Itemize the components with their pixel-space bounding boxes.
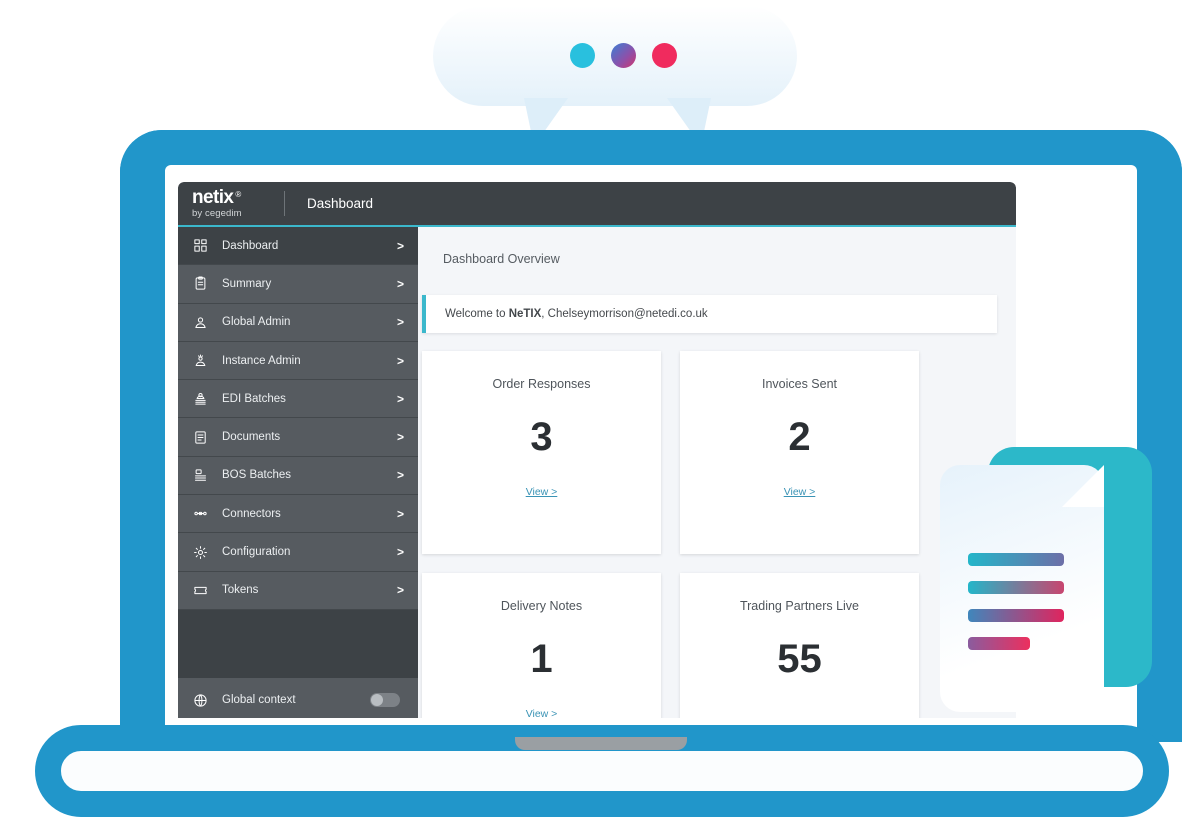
stat-card-value: 55	[777, 637, 822, 681]
dot-gradient-icon	[611, 43, 636, 68]
welcome-banner: Welcome to NeTIX, Chelseymorrison@netedi…	[422, 295, 997, 333]
stat-card-value: 2	[788, 415, 811, 459]
user-lines-icon	[182, 391, 218, 406]
chevron-right-icon: >	[396, 506, 404, 521]
dot-cyan-icon	[570, 43, 595, 68]
user-icon	[182, 315, 218, 330]
user-gear-icon	[182, 353, 218, 368]
laptop-trackpad-notch	[515, 737, 687, 750]
app-header: netix ® by cegedim Dashboard	[178, 182, 1016, 225]
sidebar-item-configuration[interactable]: Configuration >	[178, 533, 418, 572]
page-heading: Dashboard Overview	[443, 252, 560, 266]
stat-card-title: Delivery Notes	[500, 599, 583, 613]
document-line-4	[968, 637, 1030, 650]
grid-icon	[182, 238, 218, 253]
global-context-toggle[interactable]	[370, 693, 400, 707]
chevron-right-icon: >	[396, 545, 404, 560]
document-line-1	[968, 553, 1064, 566]
app-screen: netix ® by cegedim Dashboard Dashboard > Su…	[178, 182, 1016, 718]
stat-card-value: 3	[530, 415, 553, 459]
chevron-right-icon: >	[396, 468, 404, 483]
brand-logo[interactable]: netix ® by cegedim	[192, 188, 276, 219]
sidebar-item-connectors[interactable]: Connectors >	[178, 495, 418, 534]
main-content: Dashboard Overview Welcome to NeTIX, Che…	[418, 227, 1016, 718]
dot-pink-icon	[652, 43, 677, 68]
chevron-right-icon: >	[396, 238, 404, 253]
sidebar-item-instance-admin[interactable]: Instance Admin >	[178, 342, 418, 381]
chevron-right-icon: >	[396, 583, 404, 598]
sidebar-item-label: Dashboard	[222, 239, 279, 252]
sidebar-item-label: BOS Batches	[222, 469, 292, 482]
stat-card: Delivery Notes 1 View >	[422, 573, 661, 718]
brand-name: netix	[192, 187, 234, 209]
stat-card-view-link[interactable]: View >	[526, 708, 558, 718]
chevron-right-icon: >	[396, 391, 404, 406]
sidebar-filler	[178, 609, 418, 678]
batch-lines-icon	[182, 468, 218, 483]
global-context-label: Global context	[222, 694, 296, 706]
ticket-icon	[182, 583, 218, 598]
stat-card-grid: Order Responses 3 View > Invoices Sent 2 View…	[422, 351, 1016, 718]
welcome-product: NeTIX	[508, 308, 542, 320]
sidebar-item-edi-batches[interactable]: EDI Batches >	[178, 380, 418, 419]
sidebar-nav: Dashboard > Summary > Global Admin > Instance …	[178, 227, 418, 718]
brand-tagline: by cegedim	[192, 208, 242, 220]
stat-card-view-link[interactable]: View >	[784, 486, 816, 498]
sidebar-item-documents[interactable]: Documents >	[178, 418, 418, 457]
sidebar-item-dashboard[interactable]: Dashboard >	[178, 227, 418, 266]
chevron-right-icon: >	[396, 430, 404, 445]
document-graphic	[940, 447, 1152, 712]
welcome-prefix: Welcome to	[445, 308, 509, 320]
global-context-row[interactable]: Global context	[178, 682, 418, 718]
stat-card: Order Responses 3 View >	[422, 351, 661, 554]
sidebar-item-label: Summary	[222, 277, 272, 290]
sidebar-item-label: Configuration	[222, 546, 291, 559]
sidebar-item-global-admin[interactable]: Global Admin >	[178, 304, 418, 342]
sidebar-item-label: Instance Admin	[222, 354, 301, 367]
chevron-right-icon: >	[396, 315, 404, 330]
chevron-right-icon: >	[396, 276, 404, 291]
stat-card: Trading Partners Live 55	[680, 573, 919, 718]
sidebar-item-tokens[interactable]: Tokens >	[178, 572, 418, 610]
sidebar-item-label: Connectors	[222, 507, 281, 520]
brand-name-row: netix ®	[192, 188, 276, 207]
stat-card-title: Order Responses	[492, 377, 591, 391]
globe-icon	[182, 693, 218, 708]
document-icon	[182, 430, 218, 445]
stat-card-title: Trading Partners Live	[739, 599, 860, 613]
welcome-suffix: , Chelseymorrison@netedi.co.uk	[541, 308, 708, 320]
stat-card: Invoices Sent 2 View >	[680, 351, 919, 554]
sidebar-item-label: Documents	[222, 431, 281, 444]
sidebar-item-label: Global Admin	[222, 316, 291, 329]
welcome-text: Welcome to NeTIX, Chelseymorrison@netedi…	[445, 308, 708, 320]
chevron-right-icon: >	[396, 353, 404, 368]
sidebar-item-bos-batches[interactable]: BOS Batches >	[178, 457, 418, 496]
document-line-3	[968, 609, 1064, 622]
stat-card-view-link[interactable]: View >	[526, 486, 558, 498]
registered-mark-icon: ®	[235, 189, 242, 199]
sidebar-item-label: Tokens	[222, 584, 259, 597]
sidebar-item-summary[interactable]: Summary >	[178, 265, 418, 304]
page-title: Dashboard	[307, 196, 374, 211]
speech-bubble-decoration	[433, 6, 797, 146]
stat-card-value: 1	[530, 637, 553, 681]
stat-card-title: Invoices Sent	[761, 377, 838, 391]
document-line-2	[968, 581, 1064, 594]
document-front-page	[940, 465, 1104, 712]
gear-icon	[182, 545, 218, 560]
connector-icon	[182, 506, 218, 521]
clipboard-icon	[182, 276, 218, 291]
header-divider	[284, 191, 285, 216]
sidebar-item-label: EDI Batches	[222, 392, 286, 405]
